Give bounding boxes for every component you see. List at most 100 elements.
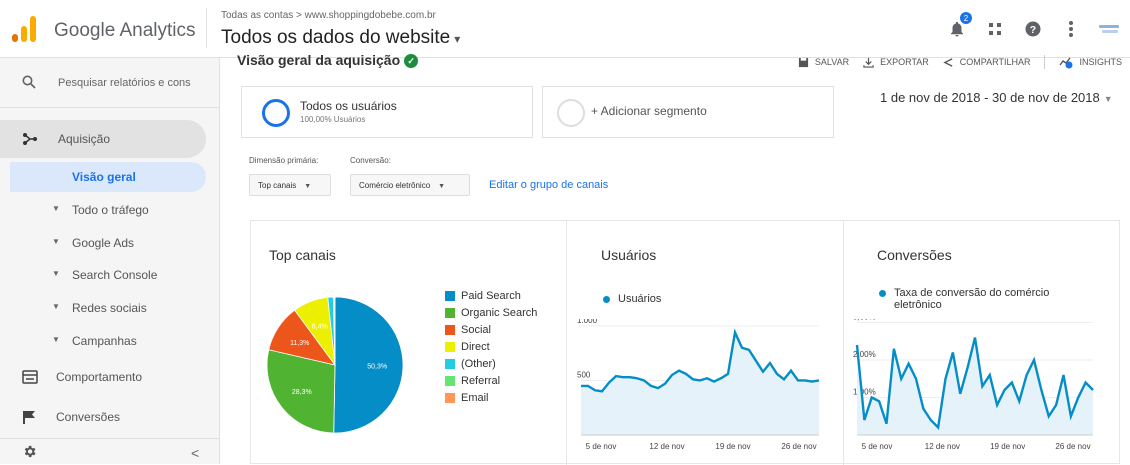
legend-item[interactable]: Referral: [445, 372, 537, 389]
account-button[interactable]: [1098, 18, 1120, 40]
top-channels-pie-chart: 50,3%28,3%11,3%8,4%: [265, 295, 435, 435]
header-divider: [206, 8, 207, 48]
y-tick-label: 1,00%: [853, 388, 876, 397]
export-icon: [863, 57, 874, 68]
segment-percentage: 100,00% Usuários: [300, 115, 365, 124]
add-segment-label: + Adicionar segmento: [591, 104, 707, 118]
top-channels-title: Top canais: [269, 247, 336, 263]
legend-swatch: [445, 359, 455, 369]
legend-label: Social: [461, 324, 491, 336]
acquisition-icon: [22, 132, 38, 146]
x-tick-label: 12 de nov: [925, 442, 960, 451]
legend-item[interactable]: Social: [445, 321, 537, 338]
more-vert-icon: [1068, 20, 1074, 38]
sidebar-item-campaigns[interactable]: ▼Campanhas: [0, 327, 206, 355]
sidebar-item-label: Aquisição: [58, 132, 110, 146]
legend-label: Paid Search: [461, 290, 521, 302]
primary-dimension-label: Dimensão primária:: [249, 156, 318, 165]
legend-item[interactable]: Paid Search: [445, 287, 537, 304]
date-range-picker[interactable]: 1 de nov de 2018 - 30 de nov de 2018 ▼: [880, 90, 1113, 105]
sidebar-item-conversions[interactable]: Conversões: [0, 400, 206, 434]
breadcrumb[interactable]: Todas as contas > www.shoppingdobebe.com…: [221, 10, 436, 21]
sidebar-item-label: Todo o tráfego: [72, 203, 149, 217]
sidebar-item-social[interactable]: ▼Redes sociais: [0, 294, 206, 322]
legend-item[interactable]: Email: [445, 389, 537, 406]
legend-label: Organic Search: [461, 307, 537, 319]
series-dot-icon: [879, 290, 886, 297]
series-area: [581, 332, 819, 435]
card-divider: [566, 221, 567, 465]
legend-swatch: [445, 376, 455, 386]
users-series-legend: Usuários: [601, 293, 661, 305]
sidebar-item-google-ads[interactable]: ▼Google Ads: [0, 229, 206, 257]
export-button[interactable]: EXPORTAR: [863, 57, 929, 68]
help-button[interactable]: ?: [1022, 18, 1044, 40]
report-search[interactable]: Pesquisar relatórios e cons: [0, 58, 220, 108]
legend-item[interactable]: Organic Search: [445, 304, 537, 321]
x-tick-label: 19 de nov: [990, 442, 1025, 451]
view-selector[interactable]: Todos os dados do website▾: [221, 27, 460, 49]
analytics-logo-icon[interactable]: [12, 16, 38, 42]
x-tick-label: 5 de nov: [862, 442, 893, 451]
conversion-label: Conversão:: [350, 156, 391, 165]
insights-button[interactable]: INSIGHTS: [1059, 56, 1122, 69]
users-series-name: Usuários: [618, 293, 661, 305]
chevron-down-icon: ▼: [1104, 94, 1113, 104]
sidebar-item-label: Conversões: [56, 410, 120, 424]
sidebar-item-label: Redes sociais: [72, 301, 147, 315]
legend-swatch: [445, 325, 455, 335]
verified-check-icon: ✓: [404, 54, 418, 68]
legend-label: Direct: [461, 341, 490, 353]
flag-icon: [22, 410, 36, 424]
legend-item[interactable]: (Other): [445, 355, 537, 372]
legend-swatch: [445, 342, 455, 352]
notifications-button[interactable]: 2: [946, 18, 968, 40]
sidebar-item-label: Visão geral: [72, 170, 136, 184]
conversion-select[interactable]: Comércio eletrônico▼: [350, 174, 470, 196]
y-tick-label: 3,00%: [853, 319, 876, 322]
sidebar-item-all-traffic[interactable]: ▼ Todo o tráfego: [0, 196, 206, 224]
users-title: Usuários: [601, 247, 656, 263]
legend-item[interactable]: Direct: [445, 338, 537, 355]
segment-ring-icon: [557, 99, 585, 127]
legend-swatch: [445, 308, 455, 318]
share-button[interactable]: COMPARTILHAR: [943, 57, 1031, 68]
sidebar-item-behavior[interactable]: Comportamento: [0, 360, 206, 394]
admin-row: <: [0, 438, 220, 464]
pie-slice-label: 8,4%: [312, 324, 328, 331]
caret-down-icon: ▼: [52, 204, 60, 213]
sidebar-item-label: Campanhas: [72, 334, 137, 348]
conversions-title: Conversões: [877, 247, 952, 263]
more-options-button[interactable]: [1060, 18, 1082, 40]
sidebar-item-overview[interactable]: Visão geral: [10, 162, 206, 192]
behavior-icon: [22, 370, 38, 384]
sidebar-item-search-console[interactable]: ▼Search Console: [0, 261, 206, 289]
y-tick-label: 1.000: [577, 319, 598, 325]
sidebar-item-acquisition[interactable]: Aquisição: [0, 120, 206, 158]
export-label: EXPORTAR: [880, 57, 929, 67]
y-tick-label: 2,00%: [853, 350, 876, 359]
report-actions: SALVAR EXPORTAR COMPARTILHAR INSIGHTS: [798, 55, 1122, 69]
overview-cards: Top canais 50,3%28,3%11,3%8,4% Paid Sear…: [250, 220, 1120, 464]
pie-slice-label: 50,3%: [367, 363, 387, 370]
date-range-text: 1 de nov de 2018 - 30 de nov de 2018: [880, 90, 1100, 105]
legend-swatch: [445, 291, 455, 301]
conversions-line-chart: 3,00% 2,00% 1,00% 5 de nov 12 de nov 19 de no…: [853, 319, 1107, 453]
help-icon: ?: [1024, 20, 1042, 38]
pie-slice-label: 28,3%: [292, 389, 312, 396]
segment-all-users[interactable]: Todos os usuários 100,00% Usuários: [241, 86, 533, 138]
conversion-value: Comércio eletrônico: [359, 181, 430, 190]
edit-channel-group-link[interactable]: Editar o grupo de canais: [489, 179, 608, 191]
primary-dimension-value: Top canais: [258, 181, 296, 190]
collapse-sidebar-icon[interactable]: <: [191, 445, 199, 461]
add-segment-button[interactable]: + Adicionar segmento: [542, 86, 834, 138]
search-input[interactable]: Pesquisar relatórios e cons: [58, 77, 191, 89]
gear-icon[interactable]: [22, 444, 37, 459]
apps-button[interactable]: [984, 18, 1006, 40]
legend-label: Email: [461, 392, 489, 404]
app-title[interactable]: Google Analytics: [54, 20, 196, 42]
primary-dimension-select[interactable]: Top canais▼: [249, 174, 331, 196]
segment-name: Todos os usuários: [300, 99, 397, 113]
conversions-series-legend: Taxa de conversão do comércio eletrônico: [877, 287, 1067, 311]
save-button[interactable]: SALVAR: [798, 57, 849, 68]
